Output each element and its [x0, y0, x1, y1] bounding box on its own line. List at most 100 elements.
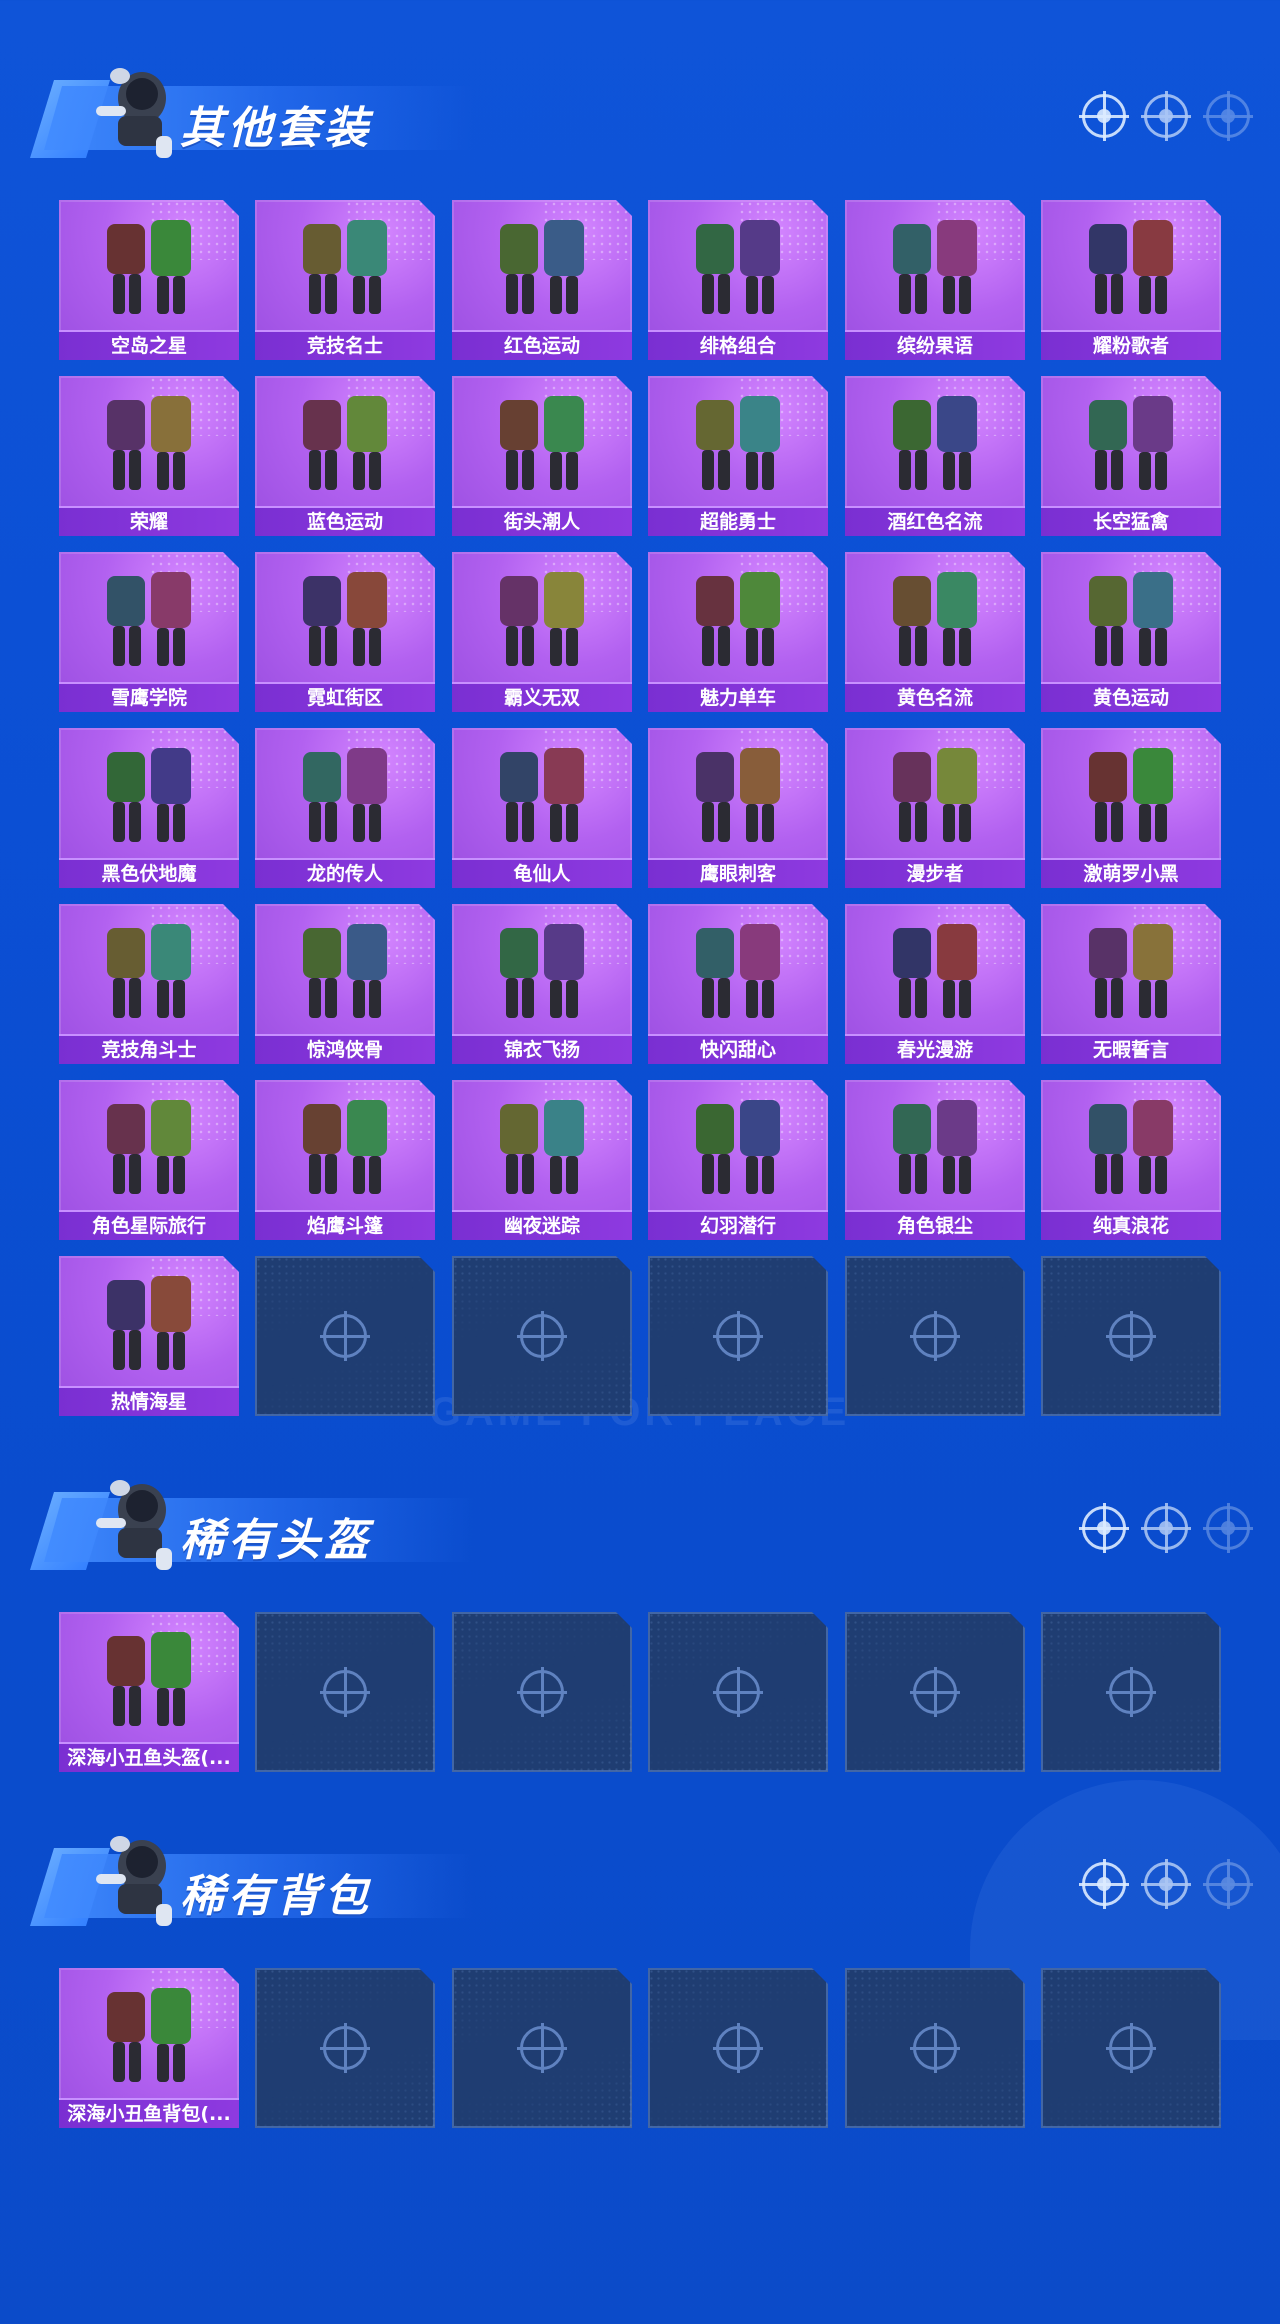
item-label: 龙的传人	[255, 858, 435, 888]
item-card[interactable]: 龟仙人	[452, 728, 632, 888]
outfit-thumbnail-icon	[678, 738, 798, 850]
outfit-thumbnail-icon	[285, 386, 405, 498]
item-card[interactable]: 绯格组合	[648, 200, 828, 360]
item-card[interactable]: 热情海星	[59, 1256, 239, 1416]
item-card[interactable]: 耀粉歌者	[1041, 200, 1221, 360]
item-card[interactable]: 魅力单车	[648, 552, 828, 712]
crosshair-icon	[1141, 91, 1191, 141]
item-card[interactable]: 漫步者	[845, 728, 1025, 888]
crosshair-icon	[913, 1670, 957, 1714]
item-card[interactable]: 纯真浪花	[1041, 1080, 1221, 1240]
item-label: 霸义无双	[452, 682, 632, 712]
outfit-thumbnail-icon	[1071, 210, 1191, 322]
crosshair-icon	[520, 1670, 564, 1714]
outfit-thumbnail-icon	[1071, 1090, 1191, 1202]
item-card[interactable]: 街头潮人	[452, 376, 632, 536]
item-label: 快闪甜心	[648, 1034, 828, 1064]
item-card[interactable]: 空岛之星	[59, 200, 239, 360]
outfit-thumbnail-icon	[285, 914, 405, 1026]
item-card[interactable]: 幻羽潜行	[648, 1080, 828, 1240]
item-grid: 空岛之星 竞技名士 红色运动 绯格组合 缤纷果语 耀粉歌者荣耀 蓝色运动 街头潮人 超能勇士 酒红…	[59, 200, 1221, 1432]
item-card[interactable]: 角色银尘	[845, 1080, 1025, 1240]
empty-slot	[845, 1256, 1025, 1416]
item-card[interactable]: 深海小丑鱼背包(...	[59, 1968, 239, 2128]
outfit-thumbnail-icon	[678, 210, 798, 322]
item-card[interactable]: 激萌罗小黑	[1041, 728, 1221, 888]
section-title: 其他套装	[180, 103, 372, 154]
section-title: 稀有背包	[180, 1871, 372, 1922]
outfit-thumbnail-icon	[1071, 562, 1191, 674]
item-card[interactable]: 黄色名流	[845, 552, 1025, 712]
crosshair-icon	[1079, 91, 1129, 141]
item-card[interactable]: 锦衣飞扬	[452, 904, 632, 1064]
item-card[interactable]: 缤纷果语	[845, 200, 1025, 360]
item-label: 幻羽潜行	[648, 1210, 828, 1240]
item-card[interactable]: 竞技角斗士	[59, 904, 239, 1064]
crosshair-icon	[1109, 2026, 1153, 2070]
empty-slot	[255, 1256, 435, 1416]
outfit-thumbnail-icon	[89, 1622, 209, 1734]
outfit-thumbnail-icon	[89, 1266, 209, 1378]
item-card[interactable]: 鹰眼刺客	[648, 728, 828, 888]
outfit-thumbnail-icon	[875, 738, 995, 850]
crosshair-icon	[913, 1314, 957, 1358]
outfit-thumbnail-icon	[1071, 914, 1191, 1026]
item-label: 无暇誓言	[1041, 1034, 1221, 1064]
item-card[interactable]: 红色运动	[452, 200, 632, 360]
item-label: 超能勇士	[648, 506, 828, 536]
outfit-thumbnail-icon	[482, 386, 602, 498]
item-label: 深海小丑鱼头盔(...	[59, 1742, 239, 1772]
item-card[interactable]: 深海小丑鱼头盔(...	[59, 1612, 239, 1772]
item-card[interactable]: 霸义无双	[452, 552, 632, 712]
item-label: 黄色运动	[1041, 682, 1221, 712]
item-card[interactable]: 无暇誓言	[1041, 904, 1221, 1064]
item-label: 深海小丑鱼背包(...	[59, 2098, 239, 2128]
outfit-thumbnail-icon	[875, 1090, 995, 1202]
item-label: 竞技角斗士	[59, 1034, 239, 1064]
empty-slot	[255, 1612, 435, 1772]
item-card[interactable]: 龙的传人	[255, 728, 435, 888]
item-card[interactable]: 蓝色运动	[255, 376, 435, 536]
outfit-thumbnail-icon	[89, 210, 209, 322]
crosshair-icon	[716, 1314, 760, 1358]
crosshair-icon	[716, 2026, 760, 2070]
item-card[interactable]: 黑色伏地魔	[59, 728, 239, 888]
item-card[interactable]: 惊鸿侠骨	[255, 904, 435, 1064]
item-label: 雪鹰学院	[59, 682, 239, 712]
empty-slot	[648, 1968, 828, 2128]
item-label: 魅力单车	[648, 682, 828, 712]
empty-slot	[648, 1256, 828, 1416]
item-label: 鹰眼刺客	[648, 858, 828, 888]
item-card[interactable]: 超能勇士	[648, 376, 828, 536]
item-card[interactable]: 竞技名士	[255, 200, 435, 360]
item-label: 黑色伏地魔	[59, 858, 239, 888]
item-label: 春光漫游	[845, 1034, 1025, 1064]
item-card[interactable]: 长空猛禽	[1041, 376, 1221, 536]
empty-slot	[1041, 1612, 1221, 1772]
item-card[interactable]: 荣耀	[59, 376, 239, 536]
item-card[interactable]: 角色星际旅行	[59, 1080, 239, 1240]
item-card[interactable]: 黄色运动	[1041, 552, 1221, 712]
empty-slot	[452, 1968, 632, 2128]
item-card[interactable]: 雪鹰学院	[59, 552, 239, 712]
item-card[interactable]: 快闪甜心	[648, 904, 828, 1064]
item-card[interactable]: 酒红色名流	[845, 376, 1025, 536]
section-header: 其他套装	[30, 58, 474, 168]
item-card[interactable]: 霓虹街区	[255, 552, 435, 712]
empty-slot	[1041, 1968, 1221, 2128]
crosshair-icon	[1203, 1859, 1253, 1909]
item-card[interactable]: 春光漫游	[845, 904, 1025, 1064]
item-card[interactable]: 幽夜迷踪	[452, 1080, 632, 1240]
item-label: 绯格组合	[648, 330, 828, 360]
item-label: 热情海星	[59, 1386, 239, 1416]
crosshair-icon	[1079, 1859, 1129, 1909]
empty-slot	[648, 1612, 828, 1772]
item-label: 角色星际旅行	[59, 1210, 239, 1240]
empty-slot	[845, 1968, 1025, 2128]
outfit-thumbnail-icon	[875, 562, 995, 674]
outfit-thumbnail-icon	[89, 562, 209, 674]
item-card[interactable]: 焰鹰斗篷	[255, 1080, 435, 1240]
item-label: 蓝色运动	[255, 506, 435, 536]
crosshair-icon	[323, 1670, 367, 1714]
item-label: 荣耀	[59, 506, 239, 536]
